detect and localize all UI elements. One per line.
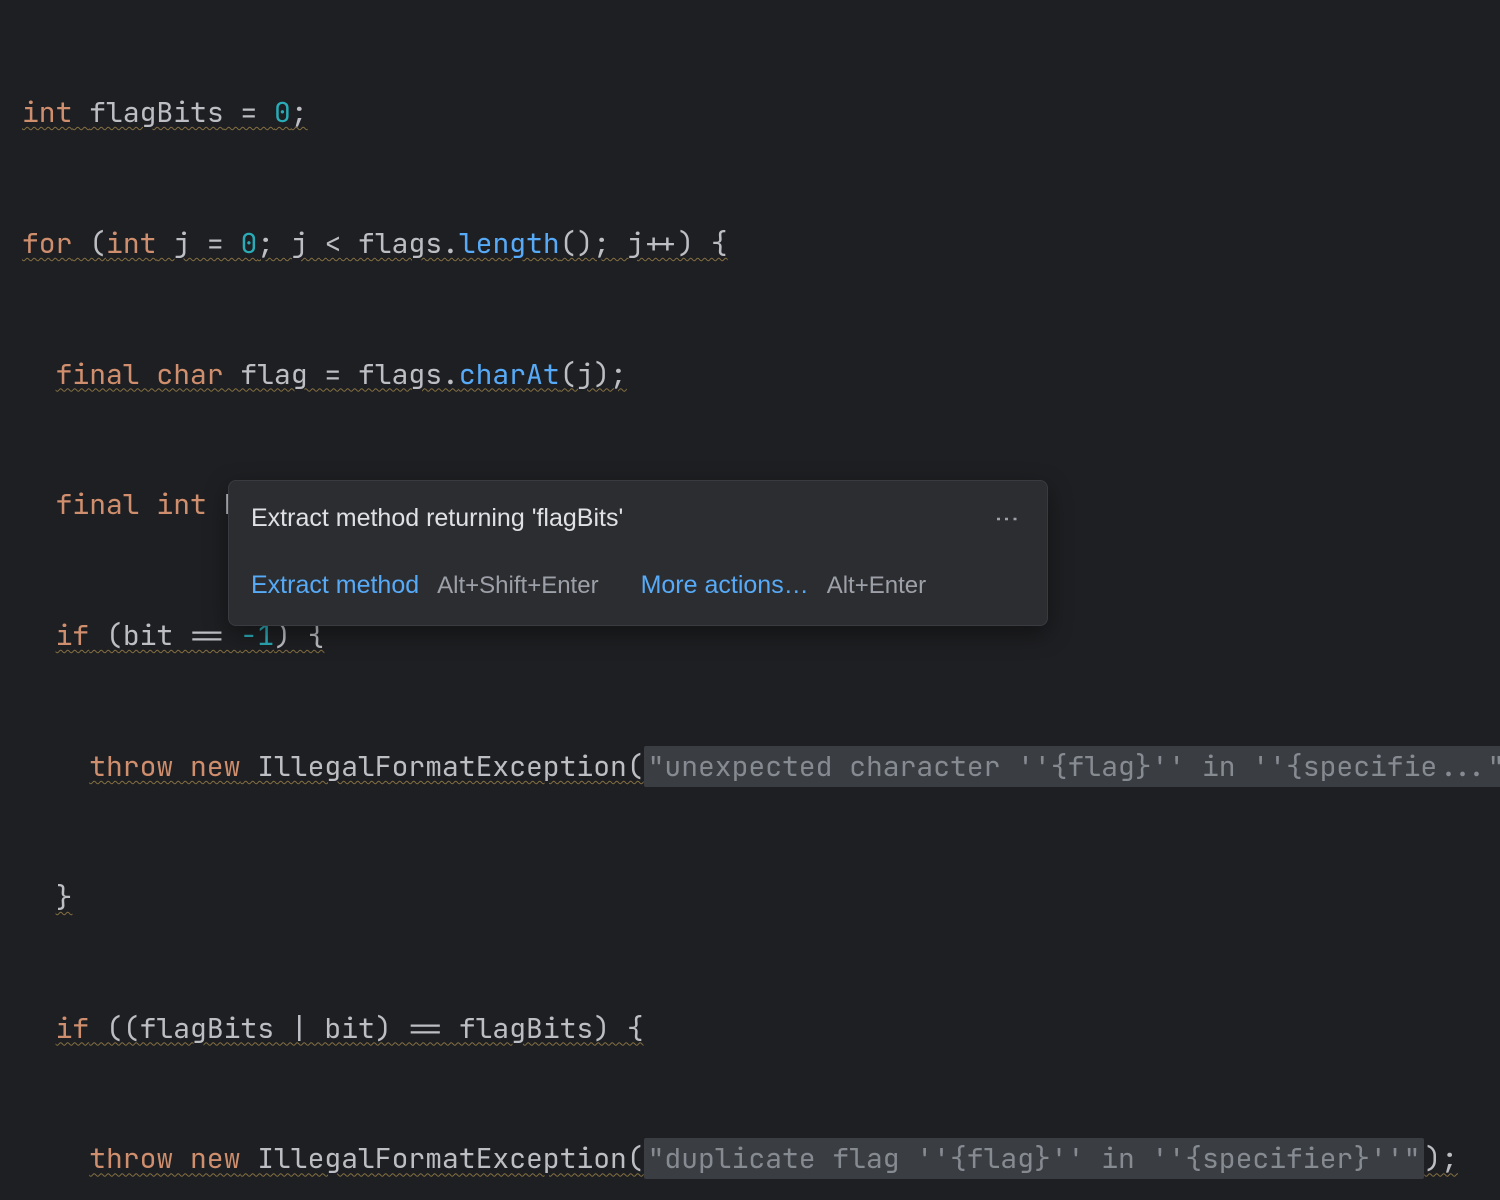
folded-region[interactable]: "unexpected character ''{flag}'' in ''{s…: [644, 746, 1500, 787]
intention-popup: Extract method returning 'flagBits' ⋮ Ex…: [228, 480, 1048, 626]
shortcut-hint: Alt+Enter: [827, 567, 926, 604]
code-line[interactable]: throw new IllegalFormatException("unexpe…: [22, 745, 1500, 789]
folded-region[interactable]: "duplicate flag ''{flag}'' in ''{specifi…: [644, 1138, 1425, 1179]
more-options-icon[interactable]: ⋮: [988, 507, 1025, 530]
code-line[interactable]: final char flag = flags.charAt(j);: [22, 352, 1500, 396]
code-line[interactable]: if ((flagBits | bit) == flagBits) {: [22, 1006, 1500, 1050]
code-line[interactable]: for (int j = 0; j < flags.length(); j++)…: [22, 222, 1500, 266]
code-line[interactable]: int flagBits = 0;: [22, 91, 1500, 135]
popup-title: Extract method returning 'flagBits': [251, 499, 623, 538]
shortcut-hint: Alt+Shift+Enter: [437, 567, 598, 604]
code-line[interactable]: throw new IllegalFormatException("duplic…: [22, 1137, 1500, 1181]
code-line[interactable]: }: [22, 875, 1500, 919]
more-actions-link[interactable]: More actions…: [641, 566, 809, 605]
extract-method-link[interactable]: Extract method: [251, 566, 419, 605]
